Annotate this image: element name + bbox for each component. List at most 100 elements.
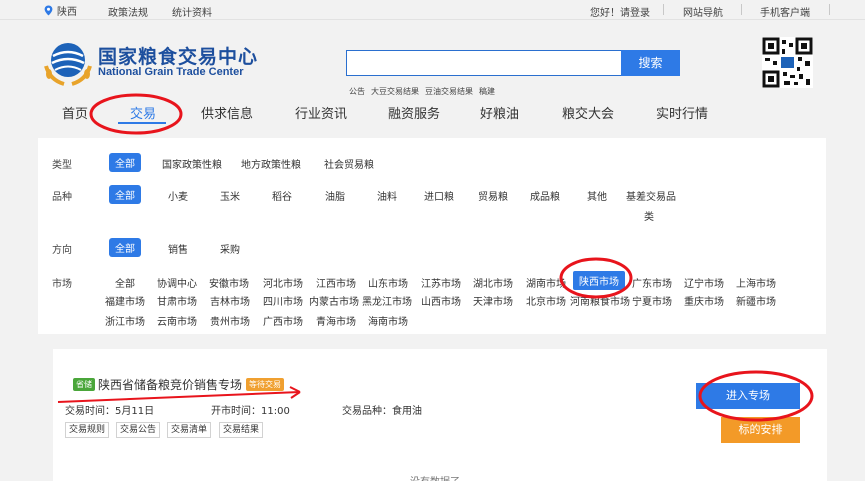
trade-list-button[interactable]: 交易清单 xyxy=(167,422,212,438)
market-option[interactable]: 上海市场 xyxy=(736,275,776,290)
session-title[interactable]: 陕西省储备粮竞价销售专场 xyxy=(98,376,242,393)
type-option[interactable]: 社会贸易粮 xyxy=(324,156,374,171)
site-logo[interactable]: 国家粮食交易中心 National Grain Trade Center xyxy=(40,36,280,96)
market-option-shaanxi[interactable]: 陕西市场 xyxy=(573,271,625,290)
direction-option-all[interactable]: 全部 xyxy=(109,238,141,257)
market-option[interactable]: 新疆市场 xyxy=(736,293,776,308)
nav-finance[interactable]: 融资服务 xyxy=(388,103,440,122)
statistics-link[interactable]: 统计资料 xyxy=(172,4,212,19)
nav-good-grain[interactable]: 好粮油 xyxy=(480,103,519,122)
filter-type-label: 类型 xyxy=(52,160,72,171)
market-option[interactable]: 北京市场 xyxy=(526,293,566,308)
market-option[interactable]: 河南粮食市场 xyxy=(570,293,630,308)
policy-link[interactable]: 政策法规 xyxy=(108,4,148,19)
nav-realtime[interactable]: 实时行情 xyxy=(656,103,708,122)
nav-industry-news[interactable]: 行业资讯 xyxy=(295,103,347,122)
market-option[interactable]: 贵州市场 xyxy=(210,313,250,328)
market-option[interactable]: 四川市场 xyxy=(263,293,303,308)
market-option[interactable]: 河北市场 xyxy=(263,275,303,290)
market-option[interactable]: 天津市场 xyxy=(473,293,513,308)
qr-code-icon xyxy=(762,37,813,88)
market-option[interactable]: 湖南市场 xyxy=(526,275,566,290)
nav-conference[interactable]: 粮交大会 xyxy=(562,103,614,122)
market-option[interactable]: 福建市场 xyxy=(105,293,145,308)
nav-home[interactable]: 首页 xyxy=(62,103,88,122)
variety-option[interactable]: 基差交易品 xyxy=(626,188,676,203)
market-option[interactable]: 重庆市场 xyxy=(684,293,724,308)
top-bar: 陕西 政策法规 统计资料 您好！请登录 网站导航 手机客户端 xyxy=(0,0,865,20)
nav-active-indicator xyxy=(118,122,166,124)
trade-time: 交易时间：5月11日 xyxy=(65,406,155,417)
trade-result-button[interactable]: 交易结果 xyxy=(219,422,264,438)
market-option[interactable]: 江西市场 xyxy=(316,275,356,290)
market-option[interactable]: 湖北市场 xyxy=(473,275,513,290)
type-option-all[interactable]: 全部 xyxy=(109,153,141,172)
market-option[interactable]: 内蒙古市场 xyxy=(309,293,359,308)
variety-option[interactable]: 玉米 xyxy=(220,188,240,203)
hotword-link[interactable]: 豆油交易结果 xyxy=(425,86,473,97)
location-pin-icon xyxy=(44,5,53,16)
logo-title-en: National Grain Trade Center xyxy=(98,66,244,78)
market-option[interactable]: 广西市场 xyxy=(263,313,303,328)
site-nav-link[interactable]: 网站导航 xyxy=(683,4,723,19)
location-selector[interactable]: 陕西 xyxy=(44,3,77,18)
variety-option[interactable]: 成品粮 xyxy=(530,188,560,203)
divider xyxy=(663,4,664,15)
no-more-data: 没有数据了 xyxy=(410,473,460,481)
market-option[interactable]: 青海市场 xyxy=(316,313,356,328)
market-option[interactable]: 协调中心 xyxy=(157,275,197,290)
market-option[interactable]: 吉林市场 xyxy=(210,293,250,308)
filter-direction-label: 方向 xyxy=(52,245,72,256)
schedule-button[interactable]: 标的安排 xyxy=(721,417,800,443)
logo-title-cn: 国家粮食交易中心 xyxy=(98,46,259,68)
variety-option[interactable]: 油脂 xyxy=(325,188,345,203)
market-option[interactable]: 云南市场 xyxy=(157,313,197,328)
market-option[interactable]: 山东市场 xyxy=(368,275,408,290)
market-option[interactable]: 黑龙江市场 xyxy=(362,293,412,308)
trade-listing: 省储 陕西省储备粮竞价销售专场 等待交易 交易时间：5月11日 开市时间：11:… xyxy=(53,349,827,481)
market-option[interactable]: 全部 xyxy=(115,275,135,290)
mobile-client-link[interactable]: 手机客户端 xyxy=(760,4,810,19)
market-option[interactable]: 宁夏市场 xyxy=(632,293,672,308)
divider xyxy=(741,4,742,15)
location-label: 陕西 xyxy=(57,7,77,18)
direction-option[interactable]: 采购 xyxy=(220,241,240,256)
market-option[interactable]: 辽宁市场 xyxy=(684,275,724,290)
trade-variety: 交易品种：食用油 xyxy=(342,406,422,417)
market-option[interactable]: 甘肃市场 xyxy=(157,293,197,308)
variety-option[interactable]: 贸易粮 xyxy=(478,188,508,203)
filter-variety-label: 品种 xyxy=(52,192,72,203)
search-button[interactable]: 搜索 xyxy=(621,50,680,76)
nav-trade[interactable]: 交易 xyxy=(130,103,156,122)
variety-option[interactable]: 其他 xyxy=(587,188,607,203)
hotword-link[interactable]: 稿建 xyxy=(479,86,495,97)
login-link[interactable]: 您好！请登录 xyxy=(590,4,650,19)
status-badge: 等待交易 xyxy=(246,378,284,391)
globe-logo-icon xyxy=(44,43,92,86)
hotword-link[interactable]: 大豆交易结果 xyxy=(371,86,419,97)
type-option[interactable]: 地方政策性粮 xyxy=(241,156,301,171)
filter-panel: 类型 全部 国家政策性粮 地方政策性粮 社会贸易粮 品种 全部 小麦 玉米 稻谷… xyxy=(38,138,826,334)
market-option[interactable]: 浙江市场 xyxy=(105,313,145,328)
variety-option-all[interactable]: 全部 xyxy=(109,185,141,204)
variety-option-wrap[interactable]: 类 xyxy=(644,208,654,223)
market-option[interactable]: 广东市场 xyxy=(632,275,672,290)
variety-option[interactable]: 进口粮 xyxy=(424,188,454,203)
hotword-link[interactable]: 公告 xyxy=(349,86,365,97)
enter-session-button[interactable]: 进入专场 xyxy=(696,383,800,409)
nav-supply-demand[interactable]: 供求信息 xyxy=(201,103,253,122)
variety-option[interactable]: 小麦 xyxy=(168,188,188,203)
market-option[interactable]: 山西市场 xyxy=(421,293,461,308)
variety-option[interactable]: 稻谷 xyxy=(272,188,292,203)
main-nav: 首页 交易 供求信息 行业资讯 融资服务 好粮油 粮交大会 实时行情 xyxy=(0,100,865,124)
variety-option[interactable]: 油料 xyxy=(377,188,397,203)
trade-notice-button[interactable]: 交易公告 xyxy=(116,422,161,438)
direction-option[interactable]: 销售 xyxy=(168,241,188,256)
market-option[interactable]: 江苏市场 xyxy=(421,275,461,290)
type-option[interactable]: 国家政策性粮 xyxy=(162,156,222,171)
search-input[interactable] xyxy=(346,50,622,76)
market-option[interactable]: 海南市场 xyxy=(368,313,408,328)
trade-rules-button[interactable]: 交易规则 xyxy=(65,422,110,438)
market-option[interactable]: 安徽市场 xyxy=(209,275,249,290)
filter-market-label: 市场 xyxy=(52,279,72,290)
